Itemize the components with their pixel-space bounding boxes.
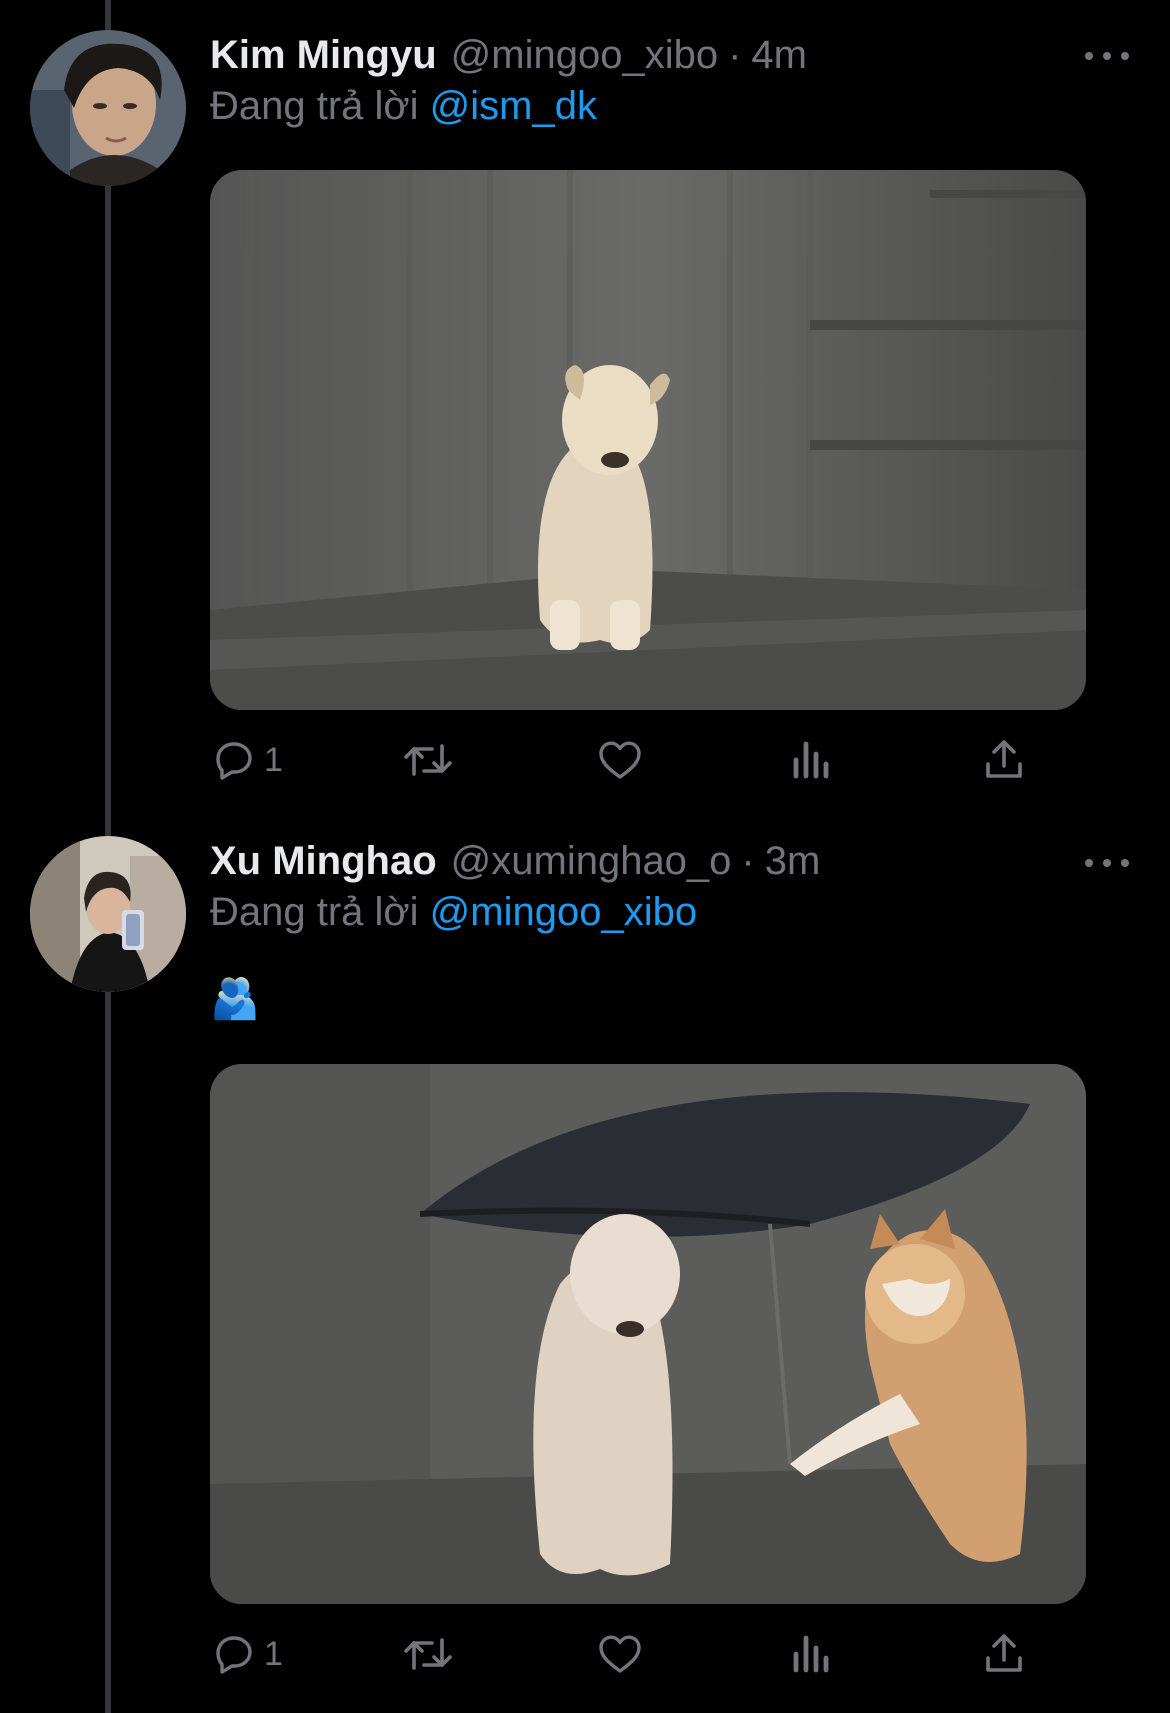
analytics-icon <box>793 741 829 779</box>
reply-count: 1 <box>264 740 283 779</box>
tweet-actions: 1 <box>210 1624 1040 1684</box>
reply-icon <box>216 1636 252 1674</box>
reply-button[interactable]: 1 <box>210 730 283 790</box>
more-options-icon[interactable] <box>1085 46 1129 66</box>
share-icon <box>986 740 1022 778</box>
like-button[interactable] <box>595 730 651 790</box>
display-name[interactable]: Xu Minghao <box>210 839 437 884</box>
retweet-icon <box>404 744 452 776</box>
replying-to-label: Đang trả lời <box>210 84 419 128</box>
reply-mention-link[interactable]: @mingoo_xibo <box>430 890 697 934</box>
tweet-media[interactable] <box>210 1064 1086 1604</box>
tweet-text: 🫂 <box>210 977 260 1021</box>
more-options-icon[interactable] <box>1085 853 1129 873</box>
heart-icon <box>599 741 641 779</box>
display-name[interactable]: Kim Mingyu <box>210 33 437 78</box>
reply-count: 1 <box>264 1634 283 1673</box>
views-button[interactable] <box>790 730 840 790</box>
person-avatar-icon <box>30 836 186 992</box>
replying-to: Đang trả lời @ism_dk <box>210 84 597 129</box>
user-handle[interactable]: @mingoo_xibo <box>451 33 718 78</box>
reply-icon <box>216 742 252 780</box>
replying-to: Đang trả lời @mingoo_xibo <box>210 890 697 935</box>
analytics-icon <box>793 1635 829 1673</box>
retweet-button[interactable] <box>400 1624 462 1684</box>
dog-holding-umbrella-image <box>210 1064 1086 1604</box>
replying-to-label: Đang trả lời <box>210 890 419 934</box>
views-button[interactable] <box>790 1624 840 1684</box>
avatar[interactable] <box>30 30 186 186</box>
share-button[interactable] <box>980 1624 1028 1684</box>
user-handle[interactable]: @xuminghao_o <box>451 839 732 884</box>
like-button[interactable] <box>595 1624 651 1684</box>
dog-in-rain-image <box>210 170 1086 710</box>
tweet-media[interactable] <box>210 170 1086 710</box>
separator-dot: · <box>728 32 742 77</box>
avatar[interactable] <box>30 836 186 992</box>
tweet-actions: 1 <box>210 730 1040 790</box>
heart-icon <box>599 1635 641 1673</box>
timestamp[interactable]: 4m <box>751 33 807 78</box>
reply-button[interactable]: 1 <box>210 1624 283 1684</box>
person-avatar-icon <box>30 30 186 186</box>
share-button[interactable] <box>980 730 1028 790</box>
reply-mention-link[interactable]: @ism_dk <box>430 84 597 128</box>
retweet-icon <box>404 1638 452 1670</box>
tweet-2[interactable]: Xu Minghao @xuminghao_o · 3m Đang trả lờ… <box>0 820 1170 1713</box>
tweet-1[interactable]: Kim Mingyu @mingoo_xibo · 4m Đang trả lờ… <box>0 0 1170 820</box>
tweet-header: Kim Mingyu @mingoo_xibo · 4m <box>210 25 807 85</box>
timestamp[interactable]: 3m <box>765 839 821 884</box>
tweet-header: Xu Minghao @xuminghao_o · 3m <box>210 831 820 891</box>
separator-dot: · <box>741 838 755 883</box>
share-icon <box>986 1634 1022 1672</box>
retweet-button[interactable] <box>400 730 462 790</box>
